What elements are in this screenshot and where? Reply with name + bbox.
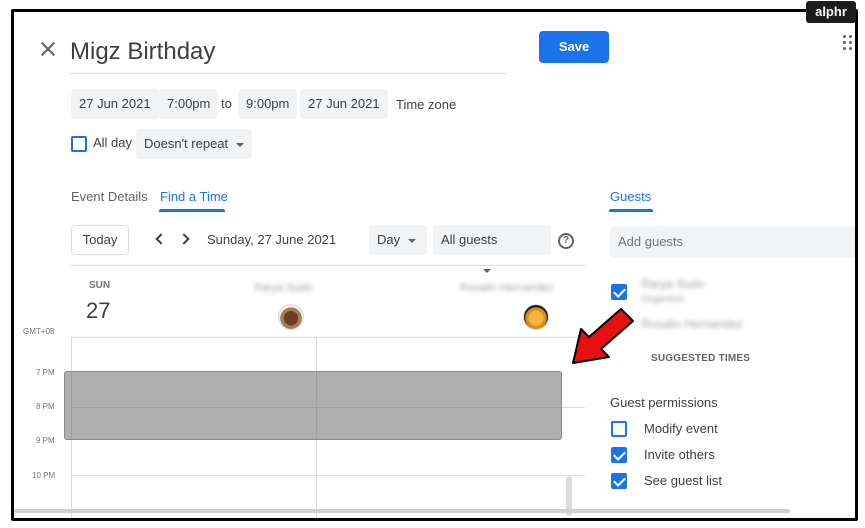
see-guest-list-checkbox[interactable] xyxy=(611,473,627,489)
hour-label: 9 PM xyxy=(36,436,55,445)
hour-line xyxy=(71,337,585,338)
more-options-icon[interactable] xyxy=(843,35,853,51)
save-button[interactable]: Save xyxy=(539,31,609,63)
suggested-times-button[interactable]: SUGGESTED TIMES xyxy=(651,353,750,364)
hour-label: 10 PM xyxy=(32,471,56,480)
see-guest-list-label: See guest list xyxy=(644,473,723,488)
close-icon[interactable] xyxy=(38,39,58,59)
tab-guests[interactable]: Guests xyxy=(610,189,651,204)
red-arrow-icon xyxy=(572,308,634,364)
guest-checkbox[interactable] xyxy=(611,284,627,300)
repeat-dropdown[interactable]: Doesn't repeat xyxy=(136,129,253,159)
guest-name: Rosalin Hernandez xyxy=(641,317,744,331)
guests-tab-indicator xyxy=(609,209,653,212)
help-icon[interactable]: ? xyxy=(558,233,574,249)
cat-avatar xyxy=(523,304,549,330)
add-guests-input[interactable]: Add guests xyxy=(610,226,855,258)
repeat-dropdown-label: Doesn't repeat xyxy=(144,136,229,151)
day-name: SUN xyxy=(89,280,111,291)
current-date-label: Sunday, 27 June 2021 xyxy=(207,232,337,247)
chevron-down-icon xyxy=(408,238,417,243)
modify-event-label: Modify event xyxy=(644,421,718,436)
start-time-field[interactable]: 7:00pm xyxy=(159,89,219,119)
start-date-field[interactable]: 27 Jun 2021 xyxy=(71,89,159,119)
day-number[interactable]: 27 xyxy=(86,298,110,324)
hour-label: 8 PM xyxy=(36,402,55,411)
guest-role: Organiser xyxy=(641,294,685,305)
hour-line xyxy=(71,475,585,476)
app-window: Migz Birthday Save 27 Jun 2021 7:00pm to… xyxy=(11,9,858,521)
end-date-field[interactable]: 27 Jun 2021 xyxy=(300,89,388,119)
chevron-down-icon xyxy=(236,142,245,147)
timezone-button[interactable]: Time zone xyxy=(396,90,456,120)
event-title-input[interactable]: Migz Birthday xyxy=(70,36,506,74)
all-day-label: All day xyxy=(93,135,133,150)
modify-event-checkbox[interactable] xyxy=(611,421,627,437)
chevron-down-icon xyxy=(483,268,491,273)
to-label: to xyxy=(221,96,232,111)
guest-permissions-title: Guest permissions xyxy=(610,395,718,410)
hour-label: 7 PM xyxy=(36,368,55,377)
timezone-label: GMT+08 xyxy=(23,327,55,336)
horizontal-scrollbar[interactable] xyxy=(14,509,790,513)
tab-find-a-time[interactable]: Find a Time xyxy=(160,189,228,204)
guest-name: Rarya Sudo xyxy=(641,277,705,291)
end-time-field[interactable]: 9:00pm xyxy=(238,89,298,119)
tab-event-details[interactable]: Event Details xyxy=(71,189,148,204)
view-select-label: Day xyxy=(377,232,401,247)
dog-avatar xyxy=(278,304,304,330)
proposed-event-block[interactable] xyxy=(64,371,562,440)
invite-others-checkbox[interactable] xyxy=(611,447,627,463)
chevron-left-icon[interactable] xyxy=(155,233,167,245)
guests-filter-select[interactable]: All guests xyxy=(433,225,551,273)
invite-others-label: Invite others xyxy=(644,447,715,462)
active-tab-indicator xyxy=(159,209,225,212)
brand-logo: alphr xyxy=(806,1,856,23)
grid-divider xyxy=(71,265,585,266)
column-guest-name: Rarya Sudo xyxy=(254,282,313,294)
chevron-right-icon[interactable] xyxy=(178,233,190,245)
all-day-checkbox[interactable] xyxy=(71,136,87,152)
view-select[interactable]: Day xyxy=(369,225,427,255)
column-guest-name: Rosalin Hernandez xyxy=(460,282,554,294)
today-button[interactable]: Today xyxy=(71,225,129,255)
guests-filter-label: All guests xyxy=(441,232,498,247)
